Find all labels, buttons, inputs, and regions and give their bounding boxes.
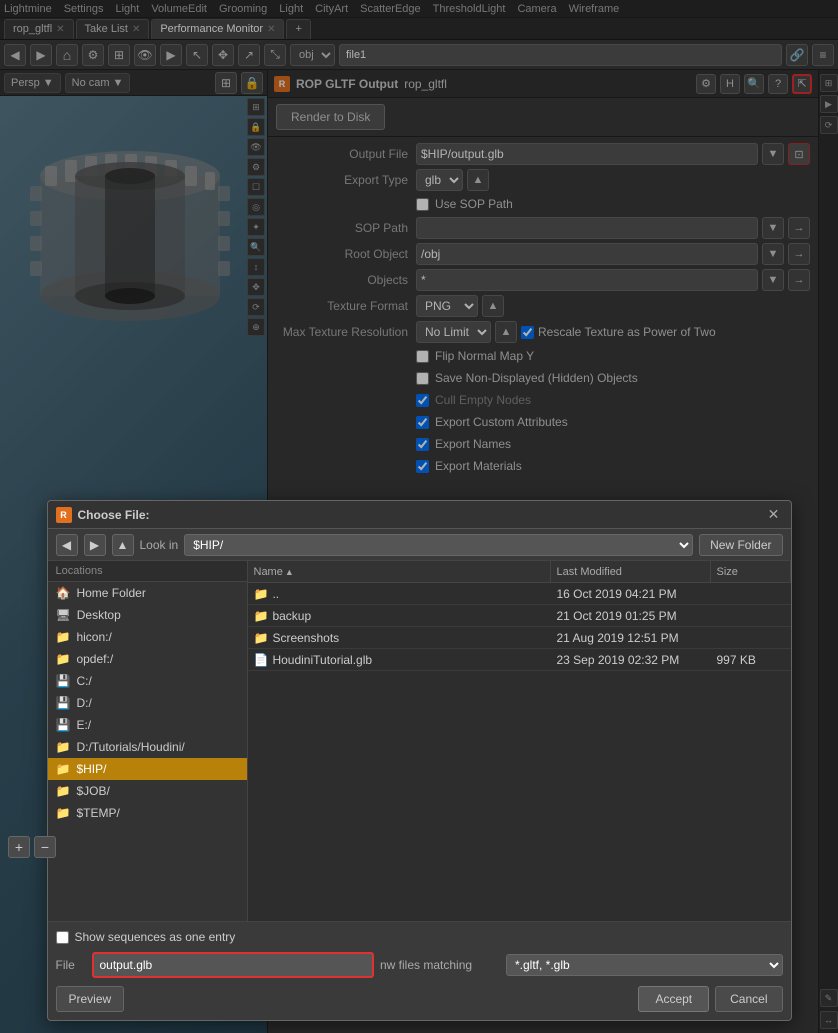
file-row-backup[interactable]: 📁 backup 21 Oct 2019 01:25 PM — [248, 605, 791, 627]
modal-overlay: R Choose File: ✕ ◀ ▶ ▲ Look in $HIP/ New… — [0, 0, 838, 1033]
file-list-header: Name ▲ Last Modified Size — [248, 561, 791, 583]
col-header-name[interactable]: Name ▲ — [248, 561, 551, 582]
file-input-row: File nw files matching *.gltf, *.glb — [56, 948, 783, 982]
folder-icon: 📁 — [56, 630, 71, 644]
folder-icon: 📁 — [56, 784, 71, 798]
remove-location-button[interactable]: − — [48, 836, 57, 858]
file-row-screenshots[interactable]: 📁 Screenshots 21 Aug 2019 12:51 PM — [248, 627, 791, 649]
location-home-folder[interactable]: 🏠 Home Folder — [48, 582, 247, 604]
folder-icon: 📁 — [56, 762, 71, 776]
col-header-modified[interactable]: Last Modified — [551, 561, 711, 582]
file-browser-content: Locations 🏠 Home Folder 🖥 Desktop 📁 hico… — [48, 561, 791, 921]
look-in-label: Look in — [140, 538, 179, 552]
action-buttons-row: Preview Accept Cancel — [56, 982, 783, 1016]
modal-title: Choose File: — [78, 508, 150, 522]
file-list-panel: Name ▲ Last Modified Size 📁 .. — [248, 561, 791, 921]
locations-actions: + − — [48, 836, 57, 858]
folder-icon: 📁 — [56, 652, 71, 666]
folder-icon: 📁 — [254, 587, 269, 601]
drive-icon: 💾 — [56, 696, 71, 710]
nav-forward-button[interactable]: ▶ — [84, 534, 106, 556]
col-header-size[interactable]: Size — [711, 561, 791, 582]
location-d-drive[interactable]: 💾 D:/ — [48, 692, 247, 714]
folder-icon: 📁 — [56, 806, 71, 820]
sort-arrow-icon: ▲ — [285, 567, 294, 577]
location-desktop[interactable]: 🖥 Desktop — [48, 604, 247, 626]
desktop-icon: 🖥 — [56, 608, 71, 622]
file-browser-bottom: Show sequences as one entry File nw file… — [48, 921, 791, 1020]
nav-back-button[interactable]: ◀ — [56, 534, 78, 556]
preview-button[interactable]: Preview — [56, 986, 125, 1012]
folder-icon: 📁 — [254, 631, 269, 645]
accept-button[interactable]: Accept — [638, 986, 709, 1012]
file-icon: 📄 — [254, 653, 269, 667]
locations-header: Locations — [48, 561, 247, 582]
look-in-select[interactable]: $HIP/ — [184, 534, 693, 556]
cancel-button[interactable]: Cancel — [715, 986, 782, 1012]
file-row-houdini-tutorial[interactable]: 📄 HoudiniTutorial.glb 23 Sep 2019 02:32 … — [248, 649, 791, 671]
locations-panel: Locations 🏠 Home Folder 🖥 Desktop 📁 hico… — [48, 561, 248, 921]
location-c-drive[interactable]: 💾 C:/ — [48, 670, 247, 692]
location-job[interactable]: 📁 $JOB/ — [48, 780, 247, 802]
filename-input[interactable] — [92, 952, 375, 978]
file-label: File — [56, 958, 86, 972]
location-e-drive[interactable]: 💾 E:/ — [48, 714, 247, 736]
file-row-parent[interactable]: 📁 .. 16 Oct 2019 04:21 PM — [248, 583, 791, 605]
drive-icon: 💾 — [56, 674, 71, 688]
filter-select[interactable]: *.gltf, *.glb — [506, 954, 783, 976]
folder-icon: 📁 — [56, 740, 71, 754]
drive-icon: 💾 — [56, 718, 71, 732]
location-hip[interactable]: 📁 $HIP/ — [48, 758, 247, 780]
nav-up-button[interactable]: ▲ — [112, 534, 134, 556]
new-folder-button[interactable]: New Folder — [699, 534, 782, 556]
home-icon: 🏠 — [56, 586, 71, 600]
location-hicon[interactable]: 📁 hicon:/ — [48, 626, 247, 648]
file-chooser-dialog: R Choose File: ✕ ◀ ▶ ▲ Look in $HIP/ New… — [47, 500, 792, 1021]
filter-label: nw files matching — [380, 958, 500, 972]
show-sequences-checkbox[interactable] — [56, 931, 69, 944]
show-sequences-row: Show sequences as one entry — [56, 926, 783, 948]
location-opdef[interactable]: 📁 opdef:/ — [48, 648, 247, 670]
modal-header: R Choose File: ✕ — [48, 501, 791, 529]
modal-close-button[interactable]: ✕ — [765, 506, 783, 524]
file-browser-toolbar: ◀ ▶ ▲ Look in $HIP/ New Folder — [48, 529, 791, 561]
show-sequences-label: Show sequences as one entry — [75, 930, 236, 944]
location-tutorials[interactable]: 📁 D:/Tutorials/Houdini/ — [48, 736, 247, 758]
location-temp[interactable]: 📁 $TEMP/ — [48, 802, 247, 824]
folder-icon: 📁 — [254, 609, 269, 623]
modal-icon: R — [56, 507, 72, 523]
accept-cancel-buttons: Accept Cancel — [638, 986, 782, 1012]
